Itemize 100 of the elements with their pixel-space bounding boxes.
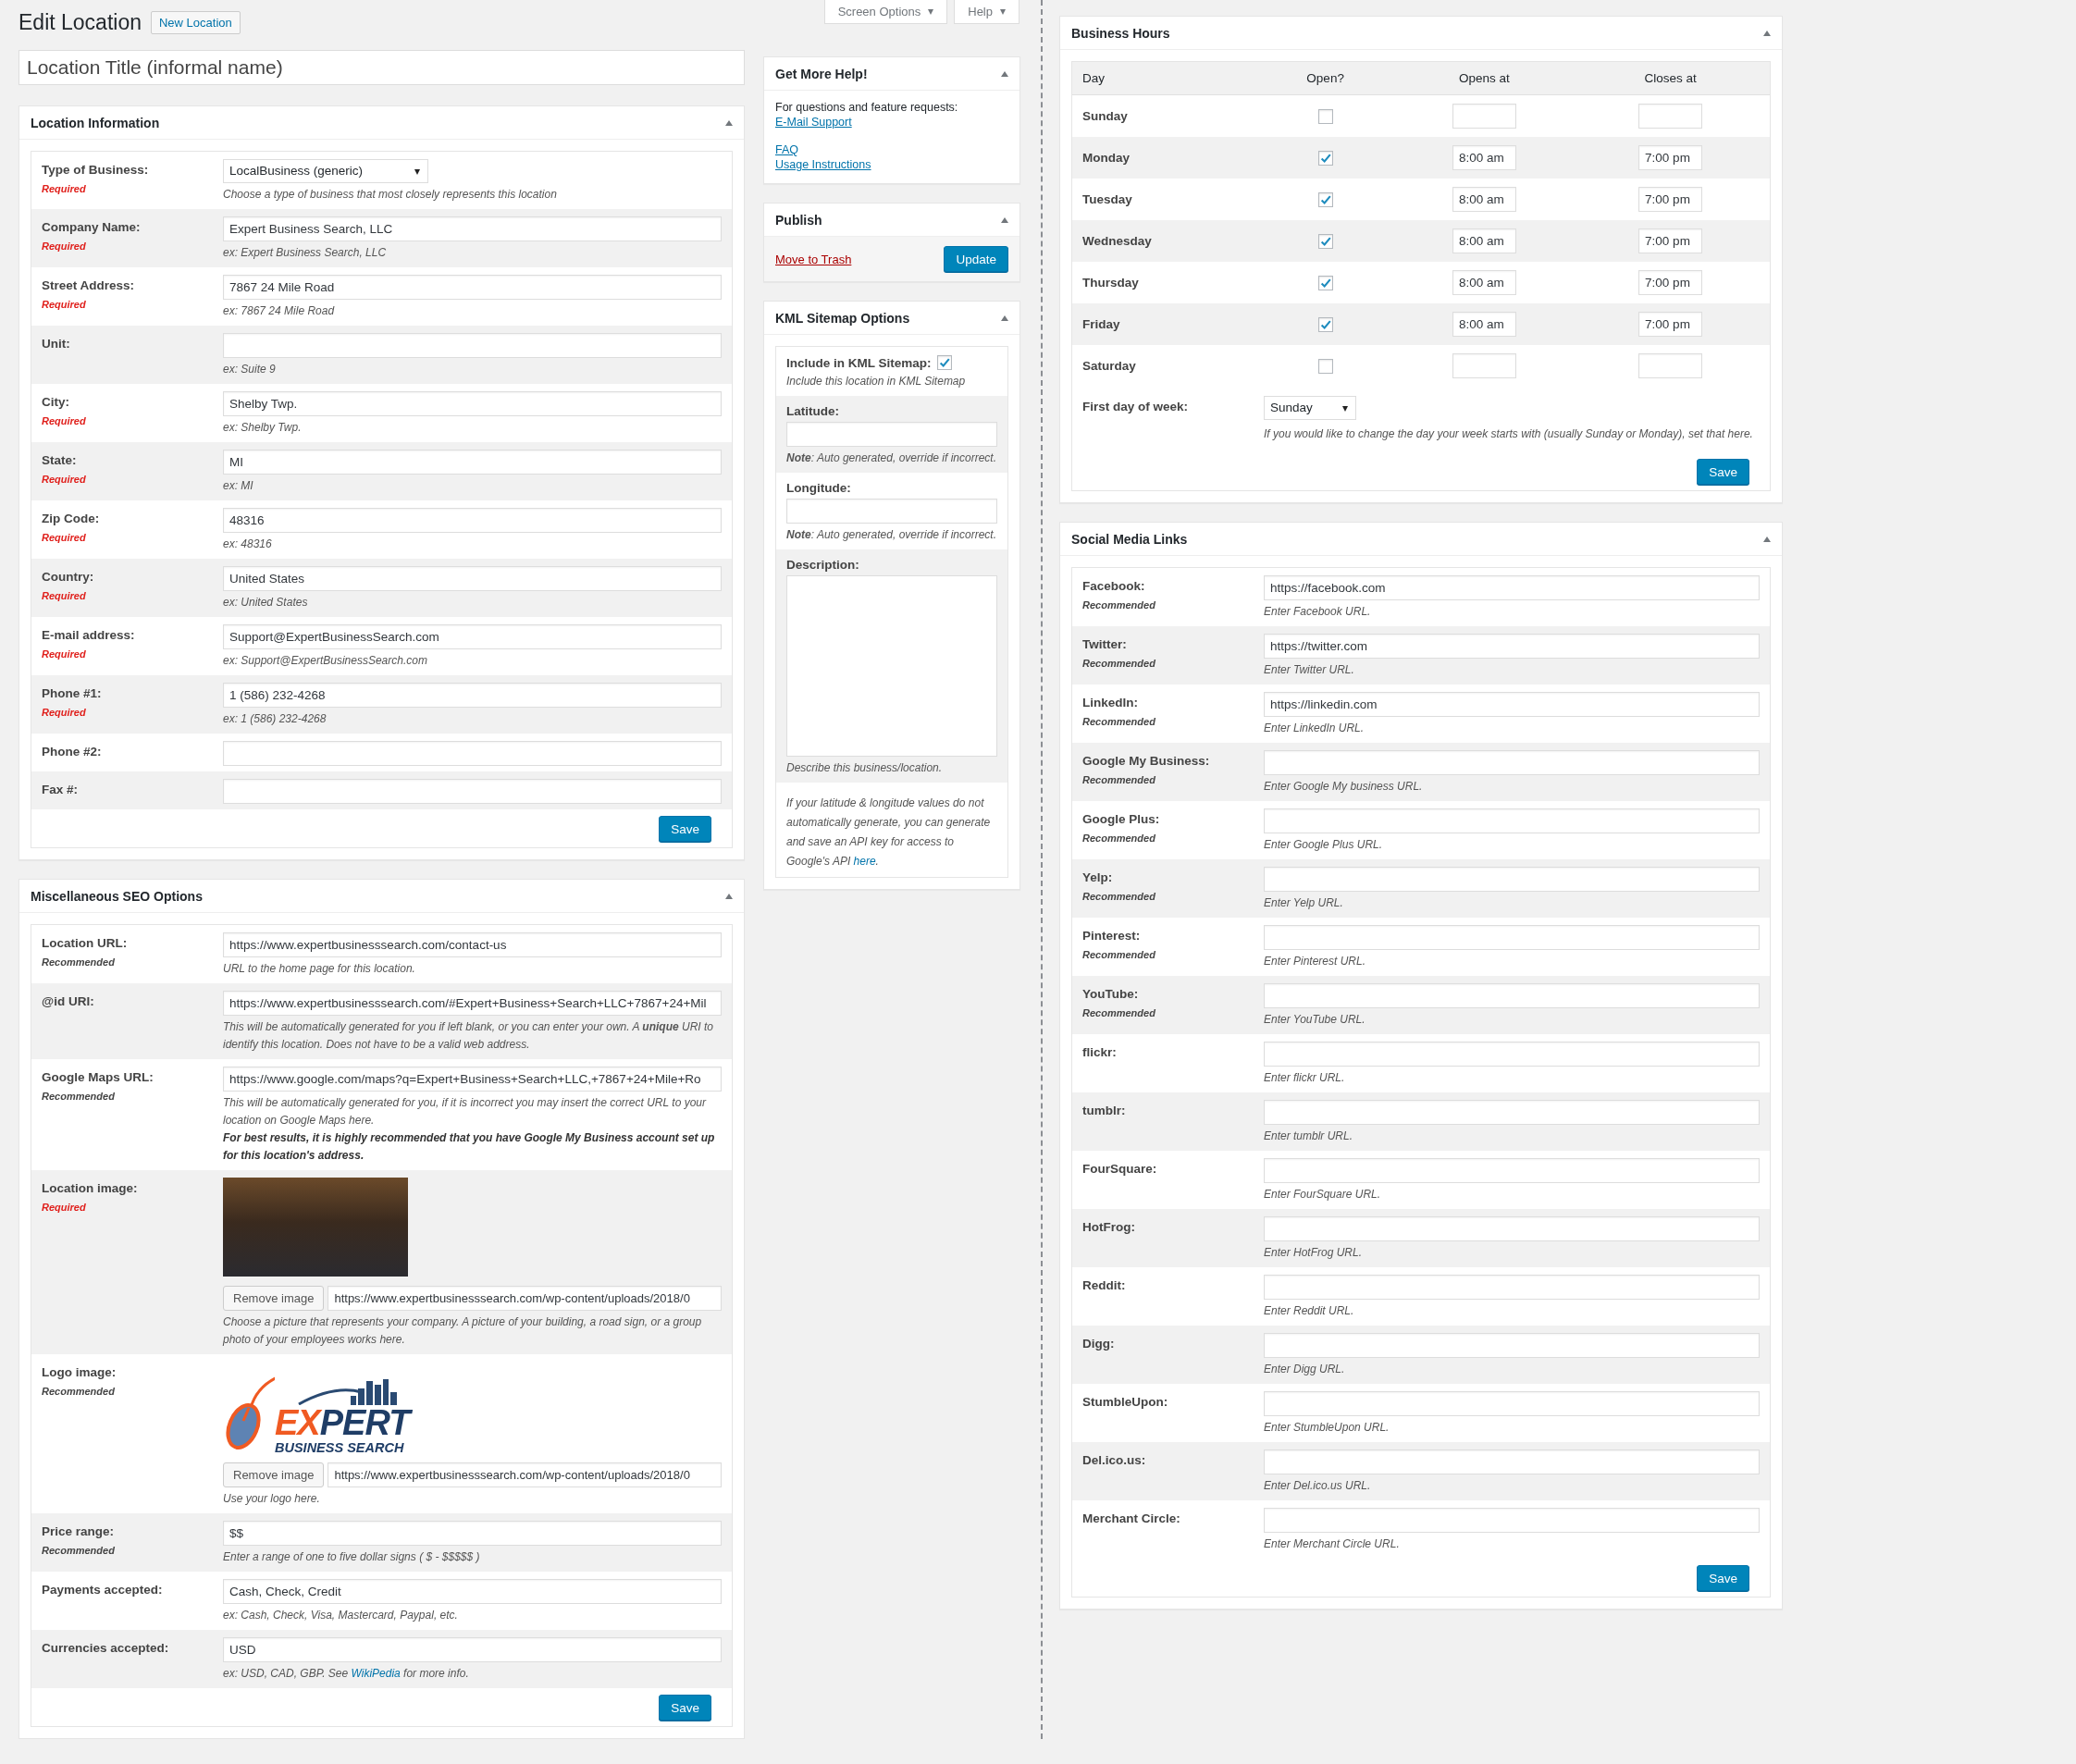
recommended-note: Recommended	[1082, 949, 1156, 960]
collapse-arrow-icon[interactable]	[725, 119, 733, 126]
text-field[interactable]	[1264, 1100, 1760, 1125]
text-field[interactable]	[1264, 867, 1760, 892]
text-field[interactable]: https://facebook.com	[1264, 575, 1760, 600]
move-to-trash-link[interactable]: Move to Trash	[775, 252, 852, 266]
help-text: Enter Del.ico.us URL.	[1264, 1478, 1372, 1494]
help-text: Enter Google Plus URL.	[1264, 837, 1384, 853]
text-field[interactable]	[1452, 353, 1516, 378]
checkbox[interactable]	[1317, 108, 1333, 124]
remove-image-button[interactable]: Remove image	[223, 1286, 325, 1311]
text-field[interactable]: 1 (586) 232-4268	[223, 683, 722, 708]
text-field[interactable]	[1264, 1391, 1760, 1416]
panel-title: Publish	[775, 212, 822, 228]
text-field[interactable]: https://twitter.com	[1264, 634, 1760, 659]
help-text: ex: Suite 9	[223, 362, 277, 377]
checkbox[interactable]	[1317, 233, 1333, 249]
save-button[interactable]: Save	[659, 816, 711, 842]
help-link[interactable]: FAQ	[775, 143, 798, 156]
text-field[interactable]: 7867 24 Mile Road	[223, 275, 722, 300]
text-field[interactable]: https://www.expertbusinesssearch.com/#Expert+Business+Search+LLC+7867+24+Mil	[223, 991, 722, 1016]
screen-tab[interactable]: Screen Options	[823, 0, 948, 24]
text-field[interactable]: 7:00 pm	[1638, 228, 1703, 253]
text-field[interactable]	[786, 422, 997, 447]
text-field[interactable]	[1264, 983, 1760, 1008]
text-field[interactable]: https://www.google.com/maps?q=Expert+Business+Search+LLC,+7867+24+Mile+Ro	[223, 1067, 722, 1092]
text-field[interactable]	[1638, 353, 1703, 378]
text-field[interactable]: Expert Business Search, LLC	[223, 216, 722, 241]
text-field[interactable]: 7:00 pm	[1638, 187, 1703, 212]
text-field[interactable]	[1264, 750, 1760, 775]
dropdown[interactable]: Sunday	[1264, 396, 1356, 420]
text-field[interactable]: Cash, Check, Credit	[223, 1579, 722, 1604]
dropdown[interactable]: LocalBusiness (generic)	[223, 159, 428, 183]
text-field[interactable]	[1452, 104, 1516, 129]
collapse-arrow-icon[interactable]	[1001, 216, 1008, 223]
save-button[interactable]: Save	[1697, 459, 1749, 485]
checkbox[interactable]	[1317, 316, 1333, 332]
text-field[interactable]: 7:00 pm	[1638, 270, 1703, 295]
text-field[interactable]: 8:00 am	[1452, 187, 1516, 212]
text-field[interactable]: United States	[223, 566, 722, 591]
text-field[interactable]: 7:00 pm	[1638, 145, 1703, 170]
text-field[interactable]	[223, 741, 722, 766]
panel-title: Business Hours	[1071, 25, 1170, 41]
link[interactable]: WikiPedia	[351, 1667, 401, 1680]
text-field[interactable]: https://www.expertbusinesssearch.com/wp-content/uploads/2018/0	[327, 1286, 722, 1311]
logo-tagline: BUSINESS SEARCH	[275, 1440, 404, 1455]
text-field[interactable]	[1264, 1158, 1760, 1183]
text-field[interactable]	[223, 779, 722, 804]
text-field[interactable]	[1264, 925, 1760, 950]
text-field[interactable]: Support@ExpertBusinessSearch.com	[223, 624, 722, 649]
text-field[interactable]	[1264, 808, 1760, 833]
text-field[interactable]: MI	[223, 450, 722, 475]
collapse-arrow-icon[interactable]	[1763, 536, 1771, 542]
collapse-arrow-icon[interactable]	[1001, 315, 1008, 321]
text-field[interactable]: 8:00 am	[1452, 228, 1516, 253]
title-field[interactable]: Location Title (informal name)	[19, 50, 745, 85]
text-field[interactable]	[223, 333, 722, 358]
panel-title: Location Information	[31, 115, 160, 130]
text-field[interactable]: 8:00 am	[1452, 312, 1516, 337]
text-field[interactable]: USD	[223, 1637, 722, 1662]
checkbox[interactable]	[936, 355, 952, 370]
field-label: Payments accepted:	[42, 1583, 164, 1597]
text-field[interactable]: Shelby Twp.	[223, 391, 722, 416]
text-field[interactable]: https://www.expertbusinesssearch.com/contact-us	[223, 932, 722, 957]
text-field[interactable]: 8:00 am	[1452, 270, 1516, 295]
checkbox[interactable]	[1317, 275, 1333, 290]
text-field[interactable]	[1264, 1449, 1760, 1474]
text-field[interactable]	[1638, 104, 1703, 129]
text-field[interactable]	[1264, 1333, 1760, 1358]
collapse-arrow-icon[interactable]	[725, 893, 733, 899]
text-field[interactable]: $$	[223, 1521, 722, 1546]
email-support-link[interactable]: E-Mail Support	[775, 116, 852, 129]
text-field[interactable]	[1264, 1508, 1760, 1533]
text-field[interactable]	[1264, 1275, 1760, 1300]
help-link[interactable]: Usage Instructions	[775, 158, 871, 171]
checkbox[interactable]	[1317, 191, 1333, 207]
screen-tab[interactable]: Help	[954, 0, 1019, 24]
checkbox[interactable]	[1317, 150, 1333, 166]
checkbox[interactable]	[1317, 358, 1333, 374]
collapse-arrow-icon[interactable]	[1763, 30, 1771, 36]
link[interactable]: here	[853, 855, 876, 868]
field-label: tumblr:	[1082, 1104, 1127, 1117]
text-field[interactable]: 8:00 am	[1452, 145, 1516, 170]
text-field[interactable]: https://www.expertbusinesssearch.com/wp-content/uploads/2018/0	[327, 1462, 722, 1487]
remove-image-button[interactable]: Remove image	[223, 1462, 325, 1487]
text-field[interactable]	[786, 499, 997, 524]
description-textarea[interactable]	[786, 575, 997, 757]
day-name: Monday	[1081, 151, 1131, 165]
text-field[interactable]: 7:00 pm	[1638, 312, 1703, 337]
text-field[interactable]	[1264, 1042, 1760, 1067]
page-title: Edit Location	[19, 9, 142, 35]
save-button[interactable]: Save	[1697, 1565, 1749, 1591]
new-location-button[interactable]: New Location	[151, 10, 241, 34]
collapse-arrow-icon[interactable]	[1001, 70, 1008, 77]
text-field[interactable]: https://linkedin.com	[1264, 692, 1760, 717]
text-field[interactable]	[1264, 1216, 1760, 1241]
help-text: ex: Shelby Twp.	[223, 420, 303, 436]
save-button[interactable]: Save	[659, 1695, 711, 1721]
update-button[interactable]: Update	[944, 246, 1008, 272]
text-field[interactable]: 48316	[223, 508, 722, 533]
